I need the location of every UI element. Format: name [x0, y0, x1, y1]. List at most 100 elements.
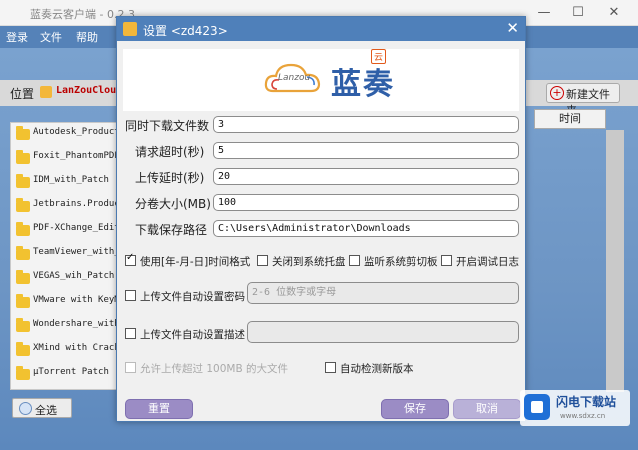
checkbox-label: 上传文件自动设置密码	[140, 291, 245, 303]
dialog-title-bar: 设置 <zd423> ✕	[117, 17, 525, 41]
clipboard-checkbox[interactable]: 监听系统剪切板	[349, 254, 438, 269]
upload-password-checkbox[interactable]: 上传文件自动设置密码	[125, 289, 245, 304]
folder-icon	[16, 342, 30, 356]
list-item[interactable]: Foxit_PhantomPDF_	[11, 147, 122, 171]
select-all-label: 全选	[35, 404, 57, 417]
file-name: Autodesk_Products	[33, 127, 122, 137]
checkbox-label: 上传文件自动设置描述	[140, 329, 245, 341]
folder-icon	[16, 270, 30, 284]
tray-checkbox[interactable]: 关闭到系统托盘	[257, 254, 346, 269]
list-item[interactable]: Wondershare_with_	[11, 315, 122, 339]
volume-size-input[interactable]: 100	[213, 194, 519, 211]
list-item[interactable]: XMind with Crack	[11, 339, 121, 363]
list-item[interactable]: PDF-XChange_Edito	[11, 219, 122, 243]
concurrent-downloads-label: 同时下载文件数	[125, 119, 210, 133]
folder-icon	[16, 198, 30, 212]
file-name: VMware with KeyMa	[33, 295, 122, 305]
checkbox-box	[257, 255, 268, 266]
cancel-button[interactable]: 取消	[453, 399, 521, 419]
folder-icon	[16, 174, 30, 188]
location-path[interactable]: LanZouCloud	[56, 85, 122, 96]
file-name: Jetbrains.Product	[33, 199, 122, 209]
upload-password-input[interactable]: 2-6 位数字或字母	[247, 282, 519, 304]
menu-login[interactable]: 登录	[6, 29, 28, 45]
checkbox-box	[125, 290, 136, 301]
menu-file[interactable]: 文件	[40, 29, 62, 45]
cloud-folder-icon	[40, 86, 52, 98]
concurrent-downloads-input[interactable]: 3	[213, 116, 519, 133]
select-all-button[interactable]: 全选	[12, 398, 72, 418]
folder-icon	[16, 318, 30, 332]
menu-help[interactable]: 帮助	[76, 29, 98, 45]
minimize-icon[interactable]: —	[530, 3, 558, 23]
list-item[interactable]: μTorrent Patch	[11, 363, 121, 387]
list-item[interactable]: VMware with KeyMa	[11, 291, 122, 315]
file-list: Autodesk_Products Foxit_PhantomPDF_ IDM_…	[10, 122, 122, 390]
app-icon	[123, 22, 137, 36]
select-all-icon	[19, 402, 32, 415]
folder-icon	[16, 246, 30, 260]
upload-desc-input[interactable]	[247, 321, 519, 343]
request-timeout-label: 请求超时(秒)	[135, 145, 205, 159]
checkbox-label: 监听系统剪切板	[364, 256, 438, 268]
dialog-title: 设置 <zd423>	[143, 24, 228, 38]
logo-subtext: Lanzou	[278, 73, 311, 83]
download-path-label: 下载保存路径	[135, 223, 208, 237]
folder-icon	[16, 366, 30, 380]
date-format-checkbox[interactable]: 使用[年-月-日]时间格式	[125, 252, 251, 269]
file-name: VEGAS_wih_Patch	[33, 271, 115, 281]
checkbox-box	[125, 328, 136, 339]
watermark-name: 闪电下载站	[556, 395, 617, 409]
file-name: IDM_with_Patch	[33, 175, 109, 185]
debug-log-checkbox[interactable]: 开启调试日志	[441, 254, 519, 269]
volume-size-label: 分卷大小(MB)	[135, 197, 211, 211]
close-icon[interactable]: ✕	[506, 19, 519, 37]
folder-icon	[16, 126, 30, 140]
save-button[interactable]: 保存	[381, 399, 449, 419]
checkbox-box	[125, 252, 136, 266]
file-name: PDF-XChange_Edito	[33, 223, 122, 233]
logo-tag: 云	[371, 49, 387, 64]
checkbox-box	[325, 362, 336, 373]
download-path-input[interactable]: C:\Users\Administrator\Downloads	[213, 220, 519, 237]
time-column-header[interactable]: 时间	[534, 109, 606, 129]
maximize-icon[interactable]: ☐	[564, 3, 592, 23]
list-item[interactable]: VEGAS_wih_Patch	[11, 267, 121, 291]
checkbox-label: 使用[年-月-日]时间格式	[140, 256, 251, 268]
upload-delay-label: 上传延时(秒)	[135, 171, 205, 185]
file-name: Foxit_PhantomPDF_	[33, 151, 122, 161]
new-folder-button[interactable]: + 新建文件夹	[546, 83, 620, 117]
upload-desc-checkbox[interactable]: 上传文件自动设置描述	[125, 327, 245, 342]
reset-button[interactable]: 重置	[125, 399, 193, 419]
auto-update-checkbox[interactable]: 自动检测新版本	[325, 361, 414, 376]
site-watermark: 闪电下载站 www.sdxz.cn	[520, 390, 630, 426]
checkbox-box	[349, 255, 360, 266]
location-label: 位置	[10, 87, 35, 101]
allow-big-file-checkbox[interactable]: 允许上传超过 100MB 的大文件	[125, 361, 288, 376]
file-name: μTorrent Patch	[33, 367, 109, 377]
file-name: XMind with Crack	[33, 343, 120, 353]
folder-icon	[16, 150, 30, 164]
folder-icon	[16, 294, 30, 308]
close-icon[interactable]: ✕	[600, 3, 628, 23]
brand-logo: Lanzou 蓝奏 云	[123, 49, 519, 111]
file-name: Wondershare_with_	[33, 319, 122, 329]
list-item[interactable]: Autodesk_Products	[11, 123, 122, 147]
add-icon: +	[550, 86, 564, 100]
list-item[interactable]: TeamViewer_with_	[11, 243, 121, 267]
logo-brand-text: 蓝奏	[331, 67, 395, 102]
checkbox-label: 关闭到系统托盘	[272, 256, 346, 268]
settings-dialog: 设置 <zd423> ✕ Lanzou 蓝奏 云 同时下载文件数 3 请求超时(…	[116, 16, 526, 422]
watermark-logo-icon	[524, 394, 550, 420]
list-scrollbar[interactable]	[606, 130, 624, 392]
checkbox-label: 允许上传超过 100MB 的大文件	[140, 363, 288, 375]
folder-icon	[16, 222, 30, 236]
checkbox-box	[441, 255, 452, 266]
watermark-url: www.sdxz.cn	[560, 412, 606, 420]
checkbox-label: 自动检测新版本	[340, 363, 414, 375]
upload-delay-input[interactable]: 20	[213, 168, 519, 185]
request-timeout-input[interactable]: 5	[213, 142, 519, 159]
list-item[interactable]: IDM_with_Patch	[11, 171, 121, 195]
list-item[interactable]: Jetbrains.Product	[11, 195, 122, 219]
file-name: TeamViewer_with_	[33, 247, 120, 257]
